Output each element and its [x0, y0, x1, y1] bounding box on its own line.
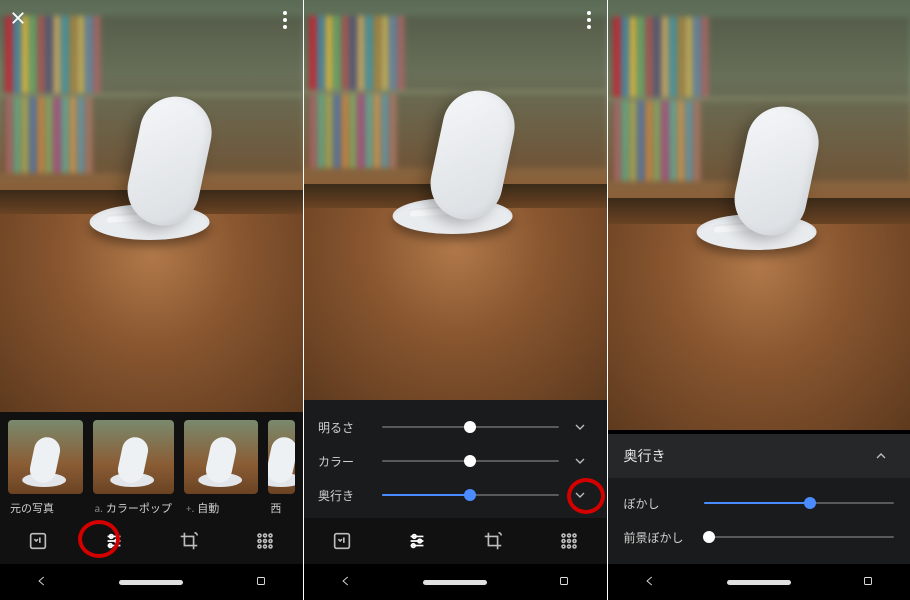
- slider-row-brightness: 明るさ: [318, 410, 593, 444]
- filter-item-colorpop[interactable]: a.カラーポップ: [93, 420, 174, 518]
- blur-slider[interactable]: [704, 493, 895, 513]
- depth-panel-body: ぼかし 前景ぼかし: [608, 478, 910, 564]
- filter-item-more[interactable]: 西: [268, 420, 295, 518]
- chevron-down-icon[interactable]: [567, 487, 593, 503]
- enhance-icon[interactable]: [21, 524, 55, 558]
- photo-preview[interactable]: [304, 0, 607, 400]
- brightness-slider[interactable]: [382, 417, 559, 437]
- nav-recent-icon[interactable]: [254, 571, 268, 593]
- foreground-blur-slider[interactable]: [704, 527, 895, 547]
- nav-home-pill[interactable]: [423, 580, 487, 585]
- slider-label: ぼかし: [624, 495, 696, 512]
- crop-icon[interactable]: [172, 524, 206, 558]
- photo-preview[interactable]: [608, 0, 910, 430]
- depth-slider[interactable]: [382, 485, 559, 505]
- chevron-down-icon[interactable]: [567, 453, 593, 469]
- close-icon[interactable]: [4, 6, 32, 34]
- filter-label: カラーポップ: [106, 501, 172, 516]
- photo-preview[interactable]: [0, 0, 303, 412]
- slider-row-depth: 奥行き: [318, 478, 593, 512]
- apps-icon[interactable]: [248, 524, 282, 558]
- nav-home-pill[interactable]: [119, 580, 183, 585]
- crop-icon[interactable]: [476, 524, 510, 558]
- depth-panel-title: 奥行き: [624, 446, 666, 466]
- apps-icon[interactable]: [552, 524, 586, 558]
- tool-row: [304, 518, 607, 564]
- slider-label: 奥行き: [318, 487, 374, 504]
- android-nav-bar: [0, 564, 303, 600]
- color-slider[interactable]: [382, 451, 559, 471]
- nav-home-pill[interactable]: [727, 580, 791, 585]
- slider-label: 前景ぼかし: [624, 529, 696, 546]
- slider-row-blur: ぼかし: [624, 486, 895, 520]
- filter-item-auto[interactable]: +.自動: [184, 420, 259, 518]
- filter-strip[interactable]: 元の写真 a.カラーポップ +.自動 西: [0, 412, 303, 518]
- filter-label: 自動: [197, 501, 219, 516]
- nav-back-icon[interactable]: [643, 571, 657, 593]
- nav-back-icon[interactable]: [339, 571, 353, 593]
- android-nav-bar: [608, 564, 910, 600]
- enhance-icon[interactable]: [325, 524, 359, 558]
- adjust-icon[interactable]: [97, 524, 131, 558]
- adjust-sliders-panel: 明るさ カラー 奥行き: [304, 400, 607, 518]
- filter-label: 元の写真: [10, 501, 54, 516]
- overflow-menu-icon[interactable]: [575, 6, 603, 34]
- slider-label: 明るさ: [318, 419, 374, 436]
- nav-recent-icon[interactable]: [861, 571, 875, 593]
- tool-row: [0, 518, 303, 564]
- depth-panel-header[interactable]: 奥行き: [608, 434, 910, 478]
- android-nav-bar: [304, 564, 607, 600]
- slider-label: カラー: [318, 453, 374, 470]
- nav-back-icon[interactable]: [35, 571, 49, 593]
- overflow-menu-icon[interactable]: [271, 6, 299, 34]
- slider-row-foreground-blur: 前景ぼかし: [624, 520, 895, 554]
- adjust-icon[interactable]: [400, 524, 434, 558]
- filter-label: 西: [270, 501, 281, 516]
- slider-row-color: カラー: [318, 444, 593, 478]
- chevron-up-icon[interactable]: [868, 448, 894, 464]
- chevron-down-icon[interactable]: [567, 419, 593, 435]
- nav-recent-icon[interactable]: [557, 571, 571, 593]
- filter-item-original[interactable]: 元の写真: [8, 420, 83, 518]
